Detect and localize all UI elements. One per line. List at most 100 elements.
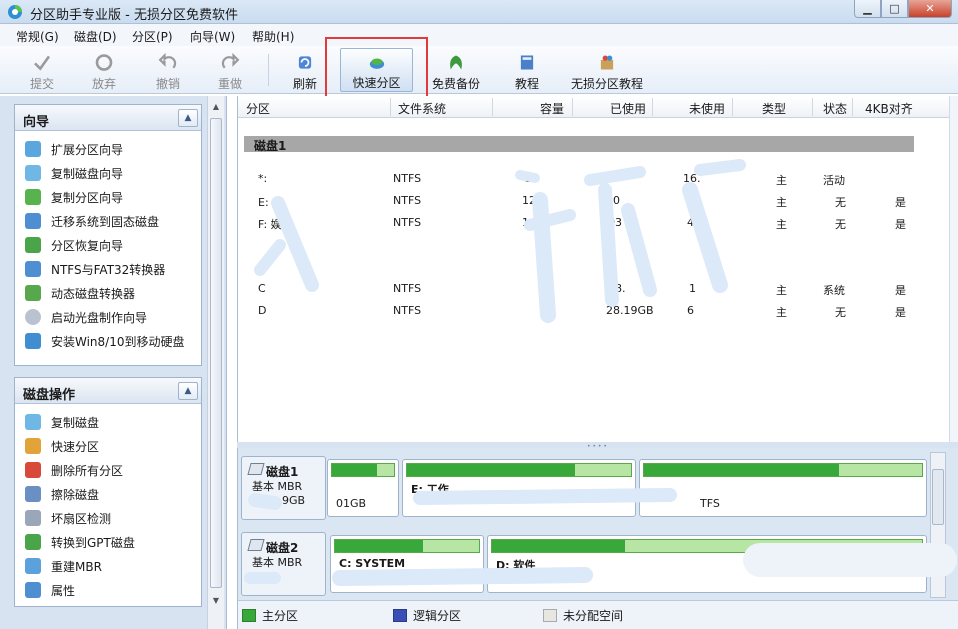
col-partition[interactable]: 分区 (246, 100, 270, 117)
wizard-item-recovery[interactable]: 分区恢复向导 (25, 235, 123, 255)
disk-op-wipe[interactable]: 擦除磁盘 (25, 484, 99, 504)
col-capacity[interactable]: 容量 (540, 100, 564, 117)
disk1-header[interactable]: 磁盘1 (244, 136, 914, 153)
disk2-partition-box[interactable]: C: SYSTEM 3 (330, 535, 484, 593)
lossless-tutorial-button[interactable]: 无损分区教程 (571, 48, 643, 92)
left-scrollbar[interactable]: ▲ ▼ (207, 96, 224, 629)
wizard-group: 向导 ▲ 扩展分区向导 复制磁盘向导 复制分区向导 迁移系统到固态磁盘 分区恢复… (14, 104, 202, 366)
disk-op-delete-all[interactable]: 删除所有分区 (25, 460, 123, 480)
disk2-card[interactable]: 磁盘2 基本 MBR 1 (241, 532, 326, 596)
disk-ops-title: 磁盘操作 (23, 388, 76, 403)
minimize-button[interactable]: ▁ (854, 0, 881, 18)
gpt-icon (25, 534, 41, 550)
close-button[interactable]: ✕ (908, 0, 952, 18)
col-used[interactable]: 已使用 (610, 100, 646, 117)
partition-row[interactable]: *: NTFS 30 16. 主 活动 (238, 169, 950, 189)
disk1-partition-box[interactable]: TFS (639, 459, 927, 517)
mbr-icon (25, 558, 41, 574)
legend-unallocated: 未分配空间 (543, 607, 623, 624)
disk-op-properties[interactable]: 属性 (25, 580, 75, 600)
tutorial-button[interactable]: 教程 (514, 48, 540, 92)
wizard-item-migrate-ssd[interactable]: 迁移系统到固态磁盘 (25, 211, 159, 231)
redo-icon (221, 52, 240, 69)
scroll-up-icon[interactable]: ▲ (210, 100, 222, 114)
discard-icon (95, 54, 113, 71)
properties-icon (25, 582, 41, 598)
partition-row[interactable]: E: 工 NTFS 120 90 29 主 无 是 (238, 191, 950, 211)
undo-button[interactable]: 撤销 (152, 48, 184, 92)
disk-op-rebuild-mbr[interactable]: 重建MBR (25, 556, 102, 576)
wizard-item-extend[interactable]: 扩展分区向导 (25, 139, 123, 159)
partition-list: 分区 文件系统 容量 已使用 未使用 类型 状态 4KB对齐 磁盘1 *: NT… (237, 96, 958, 442)
partition-row[interactable]: D NTFS 28.19GB 6 主 无 是 (238, 301, 950, 321)
disk-op-to-gpt[interactable]: 转换到GPT磁盘 (25, 532, 135, 552)
scroll-thumb[interactable] (932, 469, 944, 525)
package-icon (600, 55, 614, 70)
wizard-item-win-to-go[interactable]: 安装Win8/10到移动硬盘 (25, 331, 185, 351)
wipe-icon (25, 486, 41, 502)
toolbar: 提交 放弃 撤销 重做 刷新 快速分区 免费备份 教程 无损分区教程 (0, 46, 958, 94)
wizard-item-dynamic-disk[interactable]: 动态磁盘转换器 (25, 283, 135, 303)
menu-wizard[interactable]: 向导(W) (190, 28, 235, 45)
col-status[interactable]: 状态 (823, 100, 847, 117)
refresh-icon (298, 56, 312, 69)
disk-map-scrollbar[interactable] (930, 452, 946, 598)
col-free[interactable]: 未使用 (689, 100, 725, 117)
scroll-down-icon[interactable]: ▼ (210, 594, 222, 608)
partition-row[interactable]: C NTFS 18. 1 主 系统 是 (238, 279, 950, 299)
col-filesystem[interactable]: 文件系统 (398, 100, 446, 117)
free-backup-button[interactable]: 免费备份 (432, 48, 480, 92)
refresh-button[interactable]: 刷新 (288, 48, 322, 92)
undo-icon (158, 52, 177, 69)
disk1-partition-box[interactable]: 01GB (327, 459, 399, 517)
menu-disk[interactable]: 磁盘(D) (74, 28, 117, 45)
left-panel: 向导 ▲ 扩展分区向导 复制磁盘向导 复制分区向导 迁移系统到固态磁盘 分区恢复… (0, 96, 227, 629)
migrate-icon (25, 213, 41, 229)
disk2-partition-box[interactable]: D: 软件 (487, 535, 927, 593)
commit-button[interactable]: 提交 (26, 48, 58, 92)
unallocated-swatch (543, 609, 557, 622)
column-header: 分区 文件系统 容量 已使用 未使用 类型 状态 4KB对齐 (238, 96, 950, 118)
list-scrollbar[interactable] (949, 96, 958, 442)
maximize-button[interactable]: □ (881, 0, 908, 18)
menu-general[interactable]: 常规(G) (16, 28, 59, 45)
bad-sector-icon (25, 510, 41, 526)
wizard-item-boot-disc[interactable]: 启动光盘制作向导 (25, 307, 147, 327)
copy-partition-icon (25, 189, 41, 205)
scroll-thumb[interactable] (210, 118, 222, 588)
app-logo-icon (8, 5, 22, 19)
disk-op-quick-partition[interactable]: 快速分区 (25, 436, 99, 456)
extend-icon (25, 141, 41, 157)
disk-op-bad-sector[interactable]: 坏扇区检测 (25, 508, 111, 528)
copy-disk-icon (25, 414, 41, 430)
usage-bar (491, 539, 923, 553)
disk1-partition-box[interactable]: E: 工作 (402, 459, 636, 517)
menu-bar: 常规(G) 磁盘(D) 分区(P) 向导(W) 帮助(H) (0, 24, 958, 46)
primary-swatch (242, 609, 256, 622)
logical-swatch (393, 609, 407, 622)
menu-help[interactable]: 帮助(H) (252, 28, 294, 45)
backup-icon (450, 55, 462, 70)
col-type[interactable]: 类型 (762, 100, 786, 117)
recovery-icon (25, 237, 41, 253)
disk-op-copy-disk[interactable]: 复制磁盘 (25, 412, 99, 432)
partition-row[interactable]: F: 娱 NTFS 148 103 4 主 无 是 (238, 213, 950, 233)
title-bar: 分区助手专业版 - 无损分区免费软件 ▁ □ ✕ (0, 0, 958, 24)
wizard-title: 向导 (23, 115, 50, 130)
col-4k-align[interactable]: 4KB对齐 (865, 100, 913, 117)
disk-ops-group: 磁盘操作 ▲ 复制磁盘 快速分区 删除所有分区 擦除磁盘 坏扇区检测 转换到GP… (14, 377, 202, 607)
window-title: 分区助手专业版 - 无损分区免费软件 (30, 8, 238, 23)
collapse-up-icon[interactable]: ▲ (178, 109, 198, 127)
legend-logical: 逻辑分区 (393, 607, 461, 624)
collapse-up-icon[interactable]: ▲ (178, 382, 198, 400)
wizard-item-ntfs-fat32[interactable]: NTFS与FAT32转换器 (25, 259, 165, 279)
redo-button[interactable]: 重做 (214, 48, 246, 92)
usage-bar (643, 463, 923, 477)
wizard-item-copy-disk[interactable]: 复制磁盘向导 (25, 163, 123, 183)
menu-partition[interactable]: 分区(P) (132, 28, 173, 45)
dynamic-disk-icon (25, 285, 41, 301)
discard-button[interactable]: 放弃 (88, 48, 120, 92)
wizard-item-copy-partition[interactable]: 复制分区向导 (25, 187, 123, 207)
disk1-card[interactable]: 磁盘1 基本 MBR 9GB (241, 456, 326, 520)
usage-bar (331, 463, 395, 477)
